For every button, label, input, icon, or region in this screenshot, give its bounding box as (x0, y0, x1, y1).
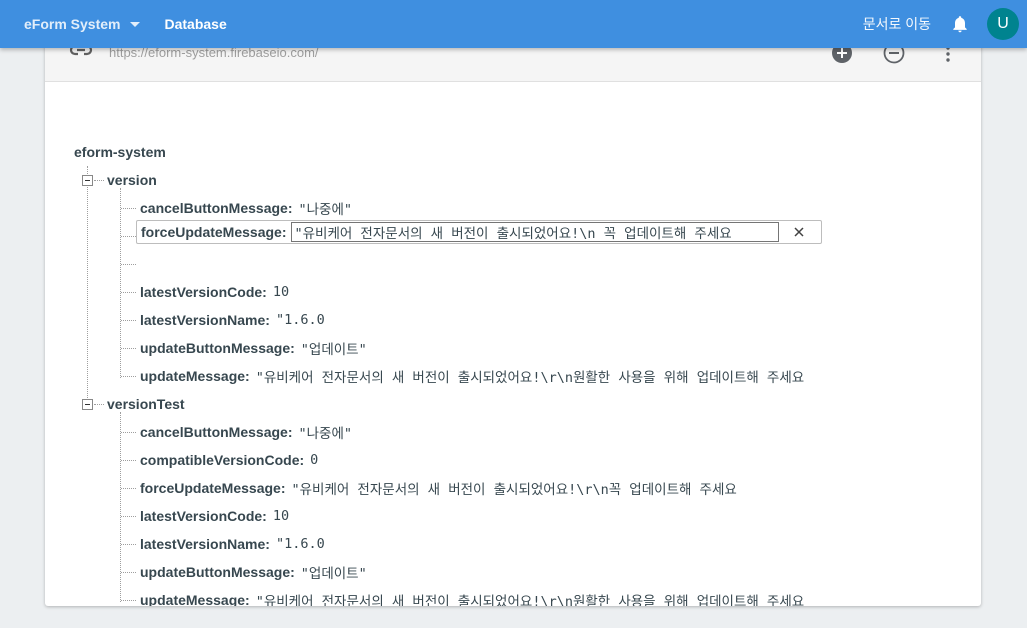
tree-row[interactable]: cancelButtonMessage: "나중에" (140, 197, 860, 219)
docs-link[interactable]: 문서로 이동 (863, 14, 931, 34)
row-value: "업데이트" (300, 566, 367, 582)
tree-guide-line (121, 236, 136, 237)
project-name: eForm System (24, 16, 121, 32)
row-key: updateMessage: (140, 592, 250, 606)
top-app-bar: eForm System Database 문서로 이동 U (0, 0, 1027, 48)
row-key: latestVersionName: (140, 536, 270, 552)
row-value: 0 (310, 452, 319, 468)
tree-guide-line (87, 166, 88, 406)
tree-guide-line (121, 516, 136, 517)
tree-guide-line (121, 264, 136, 265)
tree-guide-line (121, 572, 136, 573)
tree-guide-line (121, 544, 136, 545)
tree-row[interactable]: latestVersionName: "1.6.0 (140, 309, 330, 331)
tree-guide-line (121, 208, 136, 209)
tree-guide-line (120, 412, 121, 602)
collapse-toggle-version[interactable] (82, 175, 93, 186)
caret-down-icon (130, 21, 141, 27)
tree-root[interactable]: eform-system (74, 144, 166, 160)
node-versiontest[interactable]: versionTest (107, 396, 185, 412)
row-key: compatibleVersionCode: (140, 452, 305, 468)
row-value: "나중에" (298, 426, 352, 442)
avatar[interactable]: U (987, 8, 1019, 40)
node-version[interactable]: version (107, 172, 157, 188)
project-selector[interactable]: eForm System (24, 16, 141, 32)
row-value: "업데이트" (300, 342, 367, 358)
value-edit-input[interactable] (290, 222, 779, 242)
close-icon[interactable] (789, 222, 809, 242)
row-value: "유비케어 전자문서의 새 버전이 출시되었어요!\r\n원활한 사용을 위해 … (255, 594, 805, 606)
row-key: latestVersionCode: (140, 508, 267, 524)
row-key: cancelButtonMessage: (140, 200, 293, 216)
tree-guide-line (94, 404, 104, 405)
row-value: "나중에" (298, 202, 352, 218)
tree-guide-line (121, 600, 136, 601)
row-value: "1.6.0 (275, 312, 325, 328)
row-value: 10 (272, 508, 290, 524)
row-key: latestVersionName: (140, 312, 270, 328)
row-key: forceUpdateMessage: (141, 224, 287, 240)
tree-row[interactable]: updateMessage: "유비케어 전자문서의 새 버전이 출시되었어요!… (140, 589, 860, 606)
tree-row[interactable]: updateMessage: "유비케어 전자문서의 새 버전이 출시되었어요!… (140, 365, 860, 387)
tree-guide-line (121, 348, 136, 349)
collapse-toggle-versiontest[interactable] (82, 399, 93, 410)
tree-guide-line (121, 292, 136, 293)
tree-row[interactable]: latestVersionName: "1.6.0 (140, 533, 330, 555)
tree-row[interactable]: compatibleVersionCode: 0 (140, 449, 860, 471)
row-key: forceUpdateMessage: (140, 480, 286, 496)
top-right-actions: 문서로 이동 U (863, 8, 1027, 40)
bell-icon[interactable] (949, 13, 971, 35)
tree-row[interactable]: latestVersionCode: 10 (140, 505, 290, 527)
tree-guide-line (121, 320, 136, 321)
row-value: "1.6.0 (275, 536, 325, 552)
tree-row[interactable]: latestVersionCode: 10 (140, 281, 290, 303)
row-value: 10 (272, 284, 290, 300)
section-title: Database (164, 16, 227, 32)
tree-row[interactable]: forceUpdateMessage: "유비케어 전자문서의 새 버전이 출시… (140, 477, 860, 499)
row-value: "유비케어 전자문서의 새 버전이 출시되었어요!\r\n원활한 사용을 위해 … (255, 370, 805, 386)
tree-guide-line (94, 180, 104, 181)
row-key: updateButtonMessage: (140, 340, 295, 356)
tree-row[interactable]: updateButtonMessage: "업데이트" (140, 561, 860, 583)
row-key: updateButtonMessage: (140, 564, 295, 580)
row-key: updateMessage: (140, 368, 250, 384)
database-card: https://eform-system.firebaseio.com/ efo… (45, 34, 981, 606)
tree-guide-line (121, 460, 136, 461)
row-key: latestVersionCode: (140, 284, 267, 300)
tree-guide-line (121, 488, 136, 489)
tree-row[interactable]: updateButtonMessage: "업데이트" (140, 337, 860, 359)
data-tree: eform-system version cancelButtonMessage… (45, 82, 981, 606)
row-value: "유비케어 전자문서의 새 버전이 출시되었어요!\r\n꼭 업데이트해 주세요 (291, 482, 737, 498)
tree-row-editing: forceUpdateMessage: (136, 220, 822, 244)
tree-guide-line (120, 188, 121, 378)
tree-guide-line (121, 376, 136, 377)
row-key: cancelButtonMessage: (140, 424, 293, 440)
tree-row[interactable]: cancelButtonMessage: "나중에" (140, 421, 860, 443)
tree-guide-line (121, 432, 136, 433)
